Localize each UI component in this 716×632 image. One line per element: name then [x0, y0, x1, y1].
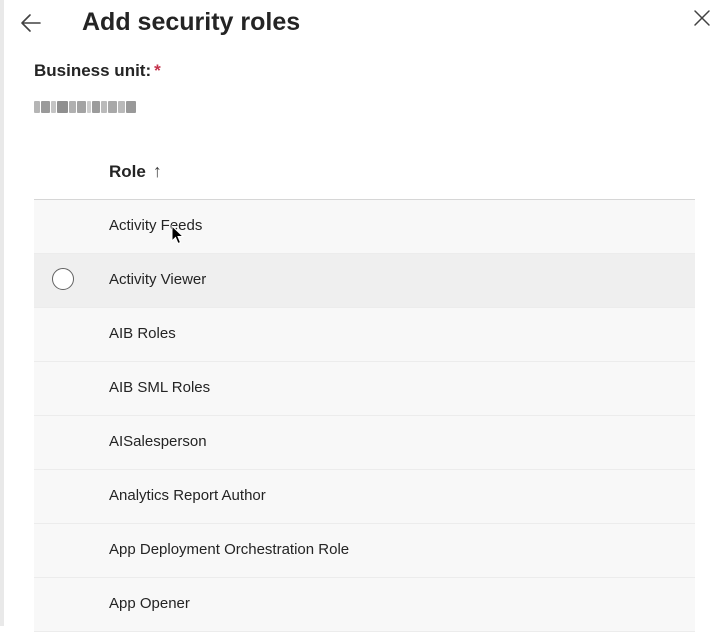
required-marker: * [154, 61, 161, 80]
table-row[interactable]: AISalesperson [34, 416, 695, 470]
role-name: Analytics Report Author [109, 487, 266, 504]
add-security-roles-panel: Add security roles Business unit: * Role … [4, 0, 716, 632]
role-name: App Opener [109, 595, 190, 612]
row-select-radio[interactable] [52, 268, 74, 290]
arrow-left-icon [21, 14, 41, 32]
column-header-label: Role [109, 161, 146, 181]
panel-title: Add security roles [82, 8, 301, 36]
business-unit-value [34, 98, 136, 116]
role-name: AIB SML Roles [109, 379, 211, 396]
role-name: AISalesperson [109, 433, 207, 450]
sort-ascending-icon: ↑ [152, 161, 162, 181]
table-row[interactable]: AIB SML Roles [34, 362, 695, 416]
business-unit-label: Business unit: * [34, 61, 161, 81]
role-name: AIB Roles [109, 325, 176, 342]
roles-grid: Role ↑ Activity Feeds Activity Viewer AI… [34, 145, 695, 632]
table-row[interactable]: Analytics Report Author [34, 470, 695, 524]
table-row[interactable]: App Opener [34, 578, 695, 632]
business-unit-label-text: Business unit: [34, 61, 152, 80]
table-row[interactable]: Activity Feeds [34, 200, 695, 254]
back-button[interactable] [18, 10, 44, 36]
role-name: Activity Viewer [109, 271, 207, 288]
table-row[interactable]: Activity Viewer [34, 254, 695, 308]
grid-header: Role ↑ [34, 145, 695, 200]
role-name: App Deployment Orchestration Role [109, 541, 350, 558]
table-row[interactable]: AIB Roles [34, 308, 695, 362]
close-button[interactable] [692, 8, 712, 28]
table-row[interactable]: App Deployment Orchestration Role [34, 524, 695, 578]
role-name: Activity Feeds [109, 217, 203, 234]
close-icon [694, 10, 710, 26]
column-header-role[interactable]: Role ↑ [109, 161, 162, 182]
